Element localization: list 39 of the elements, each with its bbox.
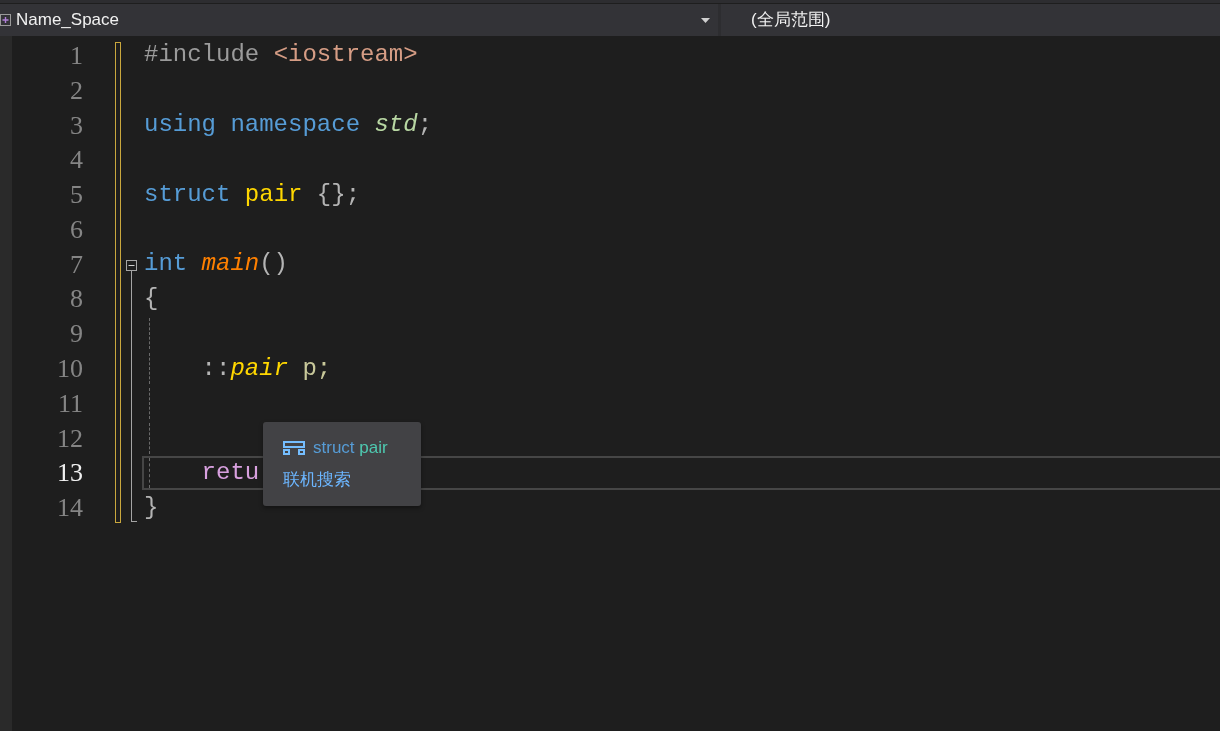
- line-number: 8: [69, 283, 84, 316]
- code-text: #include: [144, 40, 261, 71]
- line-number: 7: [69, 248, 84, 281]
- code-text: struct: [144, 179, 232, 210]
- code-text: (): [259, 249, 289, 280]
- search-online-link[interactable]: 联机搜索: [283, 467, 351, 493]
- code-text: ::: [200, 353, 231, 384]
- code-text: ;: [417, 110, 433, 140]
- scope-dropdown[interactable]: (全局范围): [721, 4, 1220, 36]
- project-dropdown[interactable]: Name_Space: [0, 4, 718, 36]
- class-icon: [0, 13, 12, 27]
- line-number: 3: [69, 109, 84, 142]
- code-text: main: [201, 249, 260, 280]
- line-number: 4: [69, 144, 84, 177]
- code-text: p;: [301, 353, 332, 384]
- collapse-icon[interactable]: [126, 259, 137, 271]
- line-number: 11: [56, 387, 84, 420]
- line-number: 6: [69, 213, 84, 246]
- line-number: 13: [56, 457, 84, 490]
- line-number: 12: [56, 422, 84, 455]
- caret-icon: [701, 17, 710, 23]
- line-number: 1: [69, 39, 84, 72]
- code-text: <iostream>: [273, 40, 418, 71]
- symbol-signature: struct pair: [313, 437, 388, 460]
- code-text: retu: [200, 457, 260, 488]
- line-number: 2: [69, 74, 84, 107]
- struct-icon: [283, 441, 305, 455]
- line-number: 14: [56, 492, 84, 525]
- line-number: 10: [56, 353, 84, 386]
- code-text: }: [144, 492, 159, 523]
- code-text: pair: [230, 353, 289, 384]
- code-text: {};: [316, 179, 361, 210]
- line-number: 5: [69, 179, 84, 212]
- code-text: pair: [244, 179, 304, 210]
- code-text: std: [374, 110, 418, 140]
- line-number: 9: [69, 318, 84, 351]
- code-text: {: [144, 284, 159, 314]
- code-text: int: [144, 249, 189, 280]
- code-text: using namespace: [144, 110, 362, 140]
